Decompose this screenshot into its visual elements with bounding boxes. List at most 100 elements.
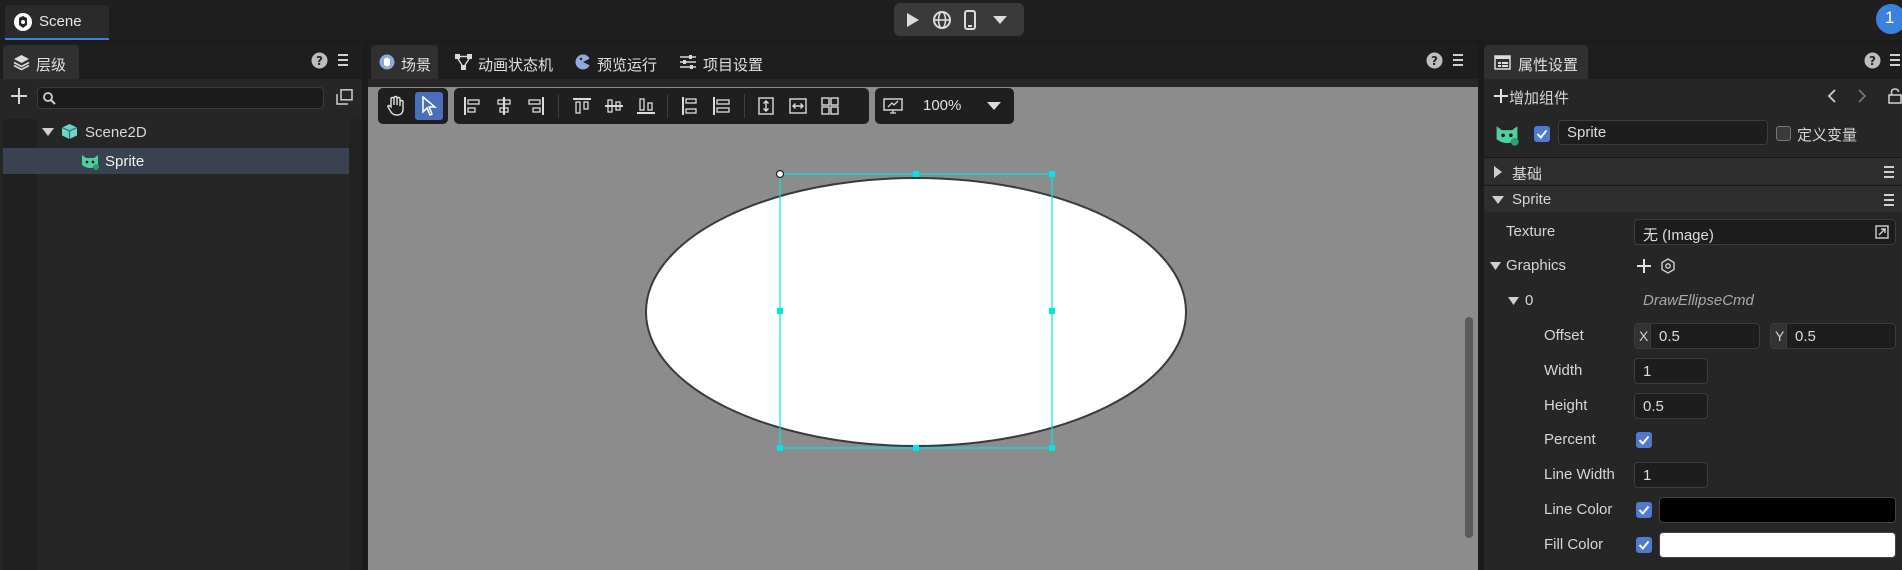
- tab-animation-state-machine[interactable]: 动画状态机: [448, 45, 558, 79]
- scene-scrollbar-thumb[interactable]: [1465, 317, 1473, 538]
- plus-icon[interactable]: [1637, 259, 1651, 273]
- height-row: Height 0.5: [1484, 389, 1902, 423]
- offset-x-input[interactable]: X 0.5: [1634, 323, 1760, 349]
- scene-scrollbar-track[interactable]: [1460, 87, 1478, 570]
- section-basic[interactable]: 基础: [1484, 157, 1902, 184]
- panel-menu-icon[interactable]: [338, 54, 348, 66]
- resize-handle[interactable]: [777, 308, 783, 314]
- align-bottom-button[interactable]: [632, 92, 660, 120]
- offset-y-input[interactable]: Y 0.5: [1770, 323, 1896, 349]
- zoom-value: 100%: [923, 97, 962, 114]
- align-center-h-button[interactable]: [490, 92, 518, 120]
- height-input[interactable]: 0.5: [1634, 393, 1708, 419]
- plus-icon[interactable]: [1494, 89, 1508, 103]
- add-node-icon[interactable]: [11, 88, 27, 104]
- zoom-select[interactable]: 100%: [919, 93, 1007, 119]
- texture-field[interactable]: 无 (Image): [1634, 219, 1896, 245]
- add-component-button[interactable]: 增加组件: [1509, 87, 1569, 108]
- scene-logo-icon: [13, 12, 33, 32]
- preview-icon: [575, 54, 591, 70]
- distribute-vertical-button[interactable]: [676, 92, 704, 120]
- hexagon-settings-icon[interactable]: [1660, 258, 1676, 274]
- node-name-input[interactable]: Sprite: [1558, 120, 1768, 145]
- scene-canvas[interactable]: [368, 79, 1478, 570]
- tree-item-scene2d[interactable]: Scene2D: [3, 119, 349, 145]
- sprite-icon: [1494, 121, 1520, 147]
- tool-group-navigate: [378, 88, 448, 124]
- line-width-label: Line Width: [1544, 466, 1615, 483]
- hierarchy-panel-header: 层级 ?: [0, 42, 362, 79]
- width-input[interactable]: 1: [1634, 358, 1708, 384]
- panel-menu-icon[interactable]: [1453, 54, 1463, 66]
- resize-handle[interactable]: [1049, 308, 1055, 314]
- hierarchy-search-input[interactable]: [37, 87, 324, 109]
- chevron-down-icon[interactable]: [992, 15, 1008, 25]
- match-height-button[interactable]: [752, 92, 780, 120]
- select-tool-button[interactable]: [415, 92, 443, 120]
- display-settings-button[interactable]: [879, 92, 907, 120]
- chevron-right-icon[interactable]: [1858, 89, 1867, 103]
- tab-preview-run[interactable]: 预览运行: [568, 45, 663, 79]
- help-icon[interactable]: ?: [311, 52, 328, 69]
- expand-arrow-right-icon: [1494, 166, 1502, 178]
- tab-hierarchy[interactable]: 层级: [3, 45, 79, 79]
- notification-badge[interactable]: 1: [1876, 4, 1902, 34]
- help-icon[interactable]: ?: [1426, 52, 1443, 69]
- percent-checkbox[interactable]: [1636, 432, 1652, 448]
- scene-document-tab[interactable]: Scene: [5, 5, 109, 40]
- tab-scene[interactable]: 场景: [371, 45, 438, 79]
- grid-layout-button[interactable]: [816, 92, 844, 120]
- resize-handle[interactable]: [913, 445, 919, 451]
- hand-icon: [386, 95, 406, 117]
- lock-icon[interactable]: [1888, 88, 1902, 104]
- node-active-checkbox[interactable]: [1534, 126, 1550, 142]
- align-top-button[interactable]: [568, 92, 596, 120]
- hand-tool-button[interactable]: [382, 92, 410, 120]
- resize-handle[interactable]: [1049, 171, 1055, 177]
- resize-handle[interactable]: [1049, 445, 1055, 451]
- chevron-left-icon[interactable]: [1827, 89, 1836, 103]
- tree-item-label: Scene2D: [85, 124, 147, 141]
- expand-arrow-icon[interactable]: [1490, 262, 1501, 270]
- hierarchy-scrollbar[interactable]: [349, 119, 361, 570]
- match-width-button[interactable]: [784, 92, 812, 120]
- duplicate-icon[interactable]: [336, 89, 353, 105]
- expand-arrow-icon[interactable]: [1508, 297, 1519, 305]
- globe-icon[interactable]: [932, 10, 952, 30]
- section-sprite[interactable]: Sprite: [1484, 185, 1902, 212]
- line-color-row: Line Color: [1484, 493, 1902, 527]
- resize-handle[interactable]: [913, 171, 919, 177]
- tab-label: 场景: [401, 57, 432, 74]
- section-menu-icon[interactable]: [1884, 194, 1894, 206]
- play-icon[interactable]: [906, 12, 920, 28]
- define-variable-checkbox[interactable]: [1776, 126, 1791, 141]
- graphics-row: Graphics: [1484, 249, 1902, 283]
- toolbar-strip: [368, 79, 1478, 87]
- line-width-input[interactable]: 1: [1634, 462, 1708, 488]
- tab-properties[interactable]: 属性设置: [1484, 45, 1588, 79]
- line-color-swatch[interactable]: [1659, 497, 1896, 523]
- resize-handle[interactable]: [777, 445, 783, 451]
- distribute-horizontal-button[interactable]: [708, 92, 736, 120]
- align-middle-v-button[interactable]: [600, 92, 628, 120]
- panel-menu-icon[interactable]: [1890, 54, 1900, 66]
- tree-item-sprite[interactable]: Sprite: [3, 148, 349, 174]
- fill-color-checkbox[interactable]: [1636, 537, 1652, 553]
- line-color-checkbox[interactable]: [1636, 502, 1652, 518]
- match-width-icon: [789, 98, 807, 114]
- properties-icon: [1494, 55, 1511, 70]
- expand-arrow-icon[interactable]: [42, 128, 54, 136]
- toolbar-divider: [744, 94, 745, 118]
- pick-asset-icon[interactable]: [1875, 225, 1889, 239]
- mobile-icon[interactable]: [964, 10, 976, 30]
- help-icon[interactable]: ?: [1864, 52, 1881, 69]
- align-left-button[interactable]: [458, 92, 486, 120]
- fill-color-swatch[interactable]: [1659, 532, 1896, 558]
- align-right-button[interactable]: [522, 92, 550, 120]
- ellipse-sprite[interactable]: [645, 177, 1187, 447]
- tab-project-settings[interactable]: 项目设置: [673, 45, 768, 79]
- section-menu-icon[interactable]: [1884, 166, 1894, 178]
- scene-panel-header: 场景 动画状态机 预览运行 项目设置 ?: [368, 42, 1478, 79]
- texture-label: Texture: [1506, 223, 1556, 240]
- pivot-handle[interactable]: [775, 169, 785, 179]
